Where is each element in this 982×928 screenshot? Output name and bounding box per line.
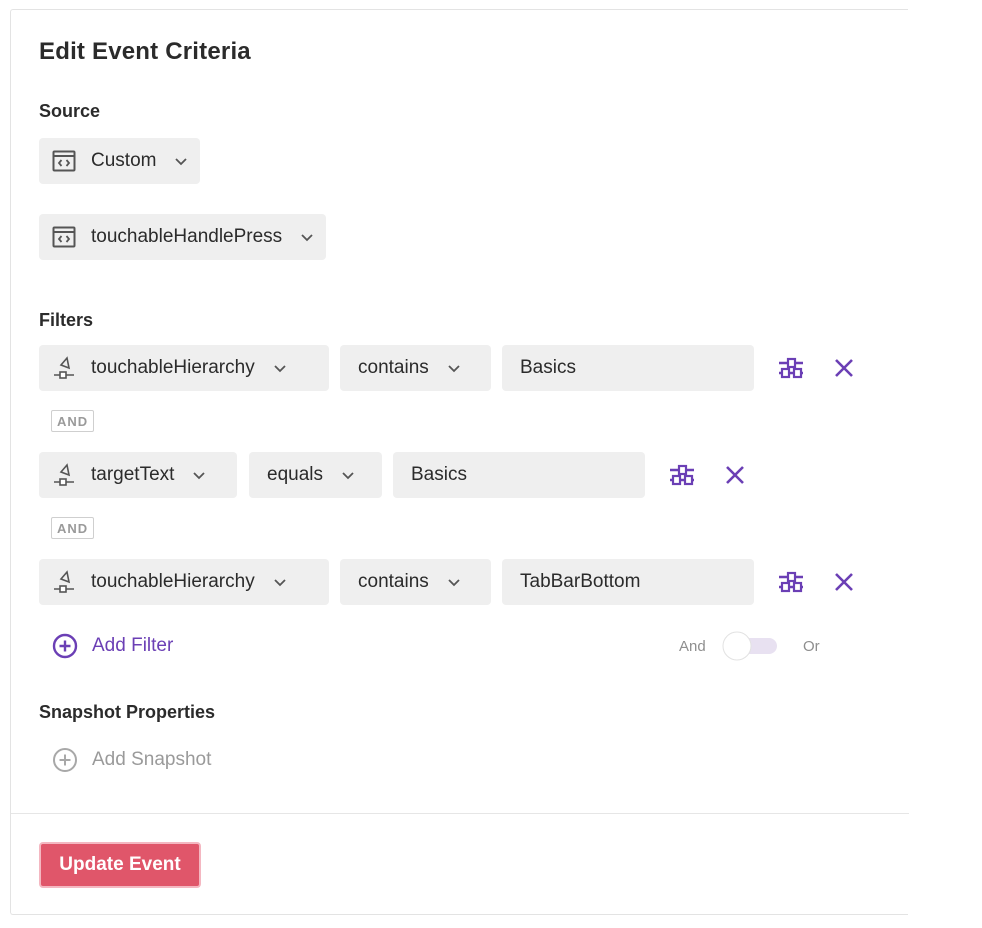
filter-operator-value: contains (358, 571, 429, 592)
filter-property-value: touchableHierarchy (91, 357, 255, 378)
filter-operator-select[interactable]: contains (340, 559, 491, 605)
chevron-down-icon (192, 468, 206, 482)
chevron-down-icon (174, 154, 188, 168)
plus-circle-icon (52, 633, 78, 659)
and-conjunction-badge: AND (51, 410, 95, 432)
and-or-toggle[interactable] (719, 631, 779, 661)
filter-property-select[interactable]: touchableHierarchy (39, 559, 329, 605)
filter-settings-icon[interactable] (667, 460, 697, 490)
filter-property-select[interactable]: targetText (39, 452, 237, 498)
add-snapshot-label: Add Snapshot (92, 749, 212, 770)
chevron-down-icon (447, 361, 461, 375)
page-title: Edit Event Criteria (39, 38, 251, 65)
and-conjunction-badge: AND (51, 517, 95, 539)
filter-operator-value: equals (267, 464, 323, 485)
property-cursor-icon (51, 569, 77, 595)
remove-filter-icon[interactable] (829, 353, 859, 383)
filter-settings-icon[interactable] (776, 567, 806, 597)
edit-event-panel: Edit Event Criteria Source Custom toucha… (10, 9, 909, 915)
filter-operator-select[interactable]: equals (249, 452, 382, 498)
chevron-down-icon (273, 575, 287, 589)
filter-value-input[interactable]: Basics (393, 452, 645, 498)
remove-filter-icon[interactable] (720, 460, 750, 490)
filter-property-value: touchableHierarchy (91, 571, 255, 592)
plus-circle-icon (52, 747, 78, 773)
footer-divider (11, 813, 909, 814)
source-type-select[interactable]: Custom (39, 138, 201, 184)
filter-value-input[interactable]: TabBarBottom (502, 559, 754, 605)
chevron-down-icon (447, 575, 461, 589)
snapshot-properties-label: Snapshot Properties (39, 702, 216, 722)
code-window-icon (51, 224, 77, 250)
filter-operator-select[interactable]: contains (340, 345, 491, 391)
update-event-button[interactable]: Update Event (39, 842, 201, 888)
filter-settings-icon[interactable] (776, 353, 806, 383)
event-name-select[interactable]: touchableHandlePress (39, 214, 327, 260)
code-window-icon (51, 148, 77, 174)
filter-property-select[interactable]: touchableHierarchy (39, 345, 329, 391)
filter-property-value: targetText (91, 464, 175, 485)
add-filter-label: Add Filter (92, 635, 174, 656)
chevron-down-icon (273, 361, 287, 375)
property-cursor-icon (51, 355, 77, 381)
filters-label: Filters (39, 310, 94, 330)
toggle-or-label: Or (803, 638, 820, 655)
remove-filter-icon[interactable] (829, 567, 859, 597)
property-cursor-icon (51, 462, 77, 488)
source-label: Source (39, 101, 101, 121)
add-snapshot-button[interactable]: Add Snapshot (52, 747, 211, 773)
source-type-value: Custom (91, 150, 157, 171)
chevron-down-icon (300, 230, 314, 244)
toggle-and-label: And (679, 638, 706, 655)
filter-value-input[interactable]: Basics (502, 345, 754, 391)
add-filter-button[interactable]: Add Filter (52, 633, 173, 659)
event-name-value: touchableHandlePress (91, 226, 283, 247)
filter-operator-value: contains (358, 357, 429, 378)
chevron-down-icon (341, 468, 355, 482)
